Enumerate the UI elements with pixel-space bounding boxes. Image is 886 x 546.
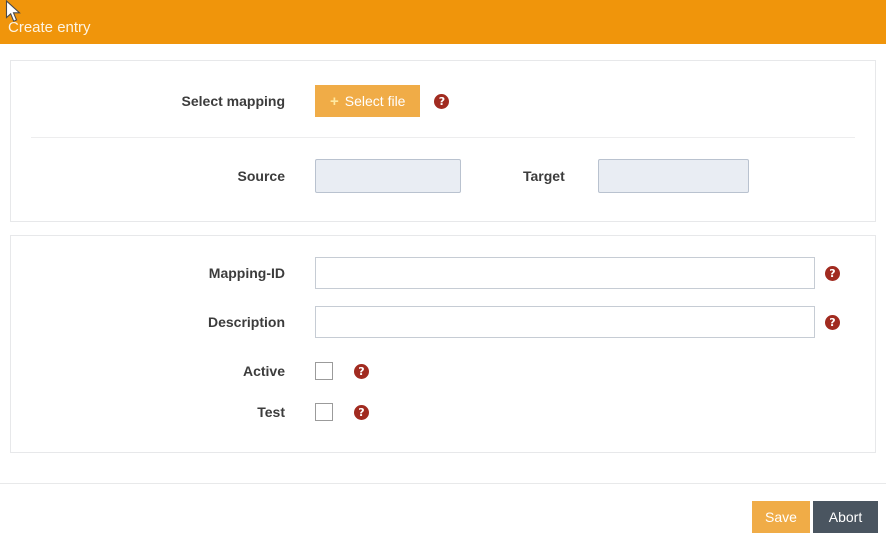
description-row: Description ? xyxy=(31,306,855,338)
active-label: Active xyxy=(31,363,285,379)
mapping-id-label: Mapping-ID xyxy=(31,265,285,281)
select-file-button[interactable]: + Select file xyxy=(315,85,420,117)
mapping-upload-panel: Select mapping + Select file ? Source Ta… xyxy=(10,60,876,222)
target-input xyxy=(598,159,749,193)
description-label: Description xyxy=(31,314,285,330)
page-title: Create entry xyxy=(8,20,91,35)
panel-divider xyxy=(31,137,855,138)
entry-details-panel: Mapping-ID ? Description ? Active ? Test… xyxy=(10,235,876,453)
mapping-id-row: Mapping-ID ? xyxy=(31,257,855,289)
source-target-row: Source Target xyxy=(31,159,855,193)
select-mapping-help-icon[interactable]: ? xyxy=(434,94,449,109)
active-help-icon[interactable]: ? xyxy=(354,364,369,379)
mapping-id-input[interactable] xyxy=(315,257,815,289)
source-label: Source xyxy=(31,168,285,184)
test-label: Test xyxy=(31,404,285,420)
save-button[interactable]: Save xyxy=(752,501,810,533)
active-row: Active ? xyxy=(31,362,855,380)
source-input xyxy=(315,159,461,193)
target-label: Target xyxy=(523,168,565,184)
abort-button[interactable]: Abort xyxy=(813,501,878,533)
header-bar: Create entry xyxy=(0,0,886,44)
select-mapping-label: Select mapping xyxy=(31,93,285,109)
description-input[interactable] xyxy=(315,306,815,338)
plus-icon: + xyxy=(330,94,339,109)
mapping-id-help-icon[interactable]: ? xyxy=(825,266,840,281)
select-mapping-row: Select mapping + Select file ? xyxy=(31,85,855,117)
select-file-button-label: Select file xyxy=(345,93,406,109)
test-help-icon[interactable]: ? xyxy=(354,405,369,420)
footer-actions: Save Abort xyxy=(0,484,886,533)
active-checkbox[interactable] xyxy=(315,362,333,380)
test-checkbox[interactable] xyxy=(315,403,333,421)
test-row: Test ? xyxy=(31,403,855,421)
description-help-icon[interactable]: ? xyxy=(825,315,840,330)
